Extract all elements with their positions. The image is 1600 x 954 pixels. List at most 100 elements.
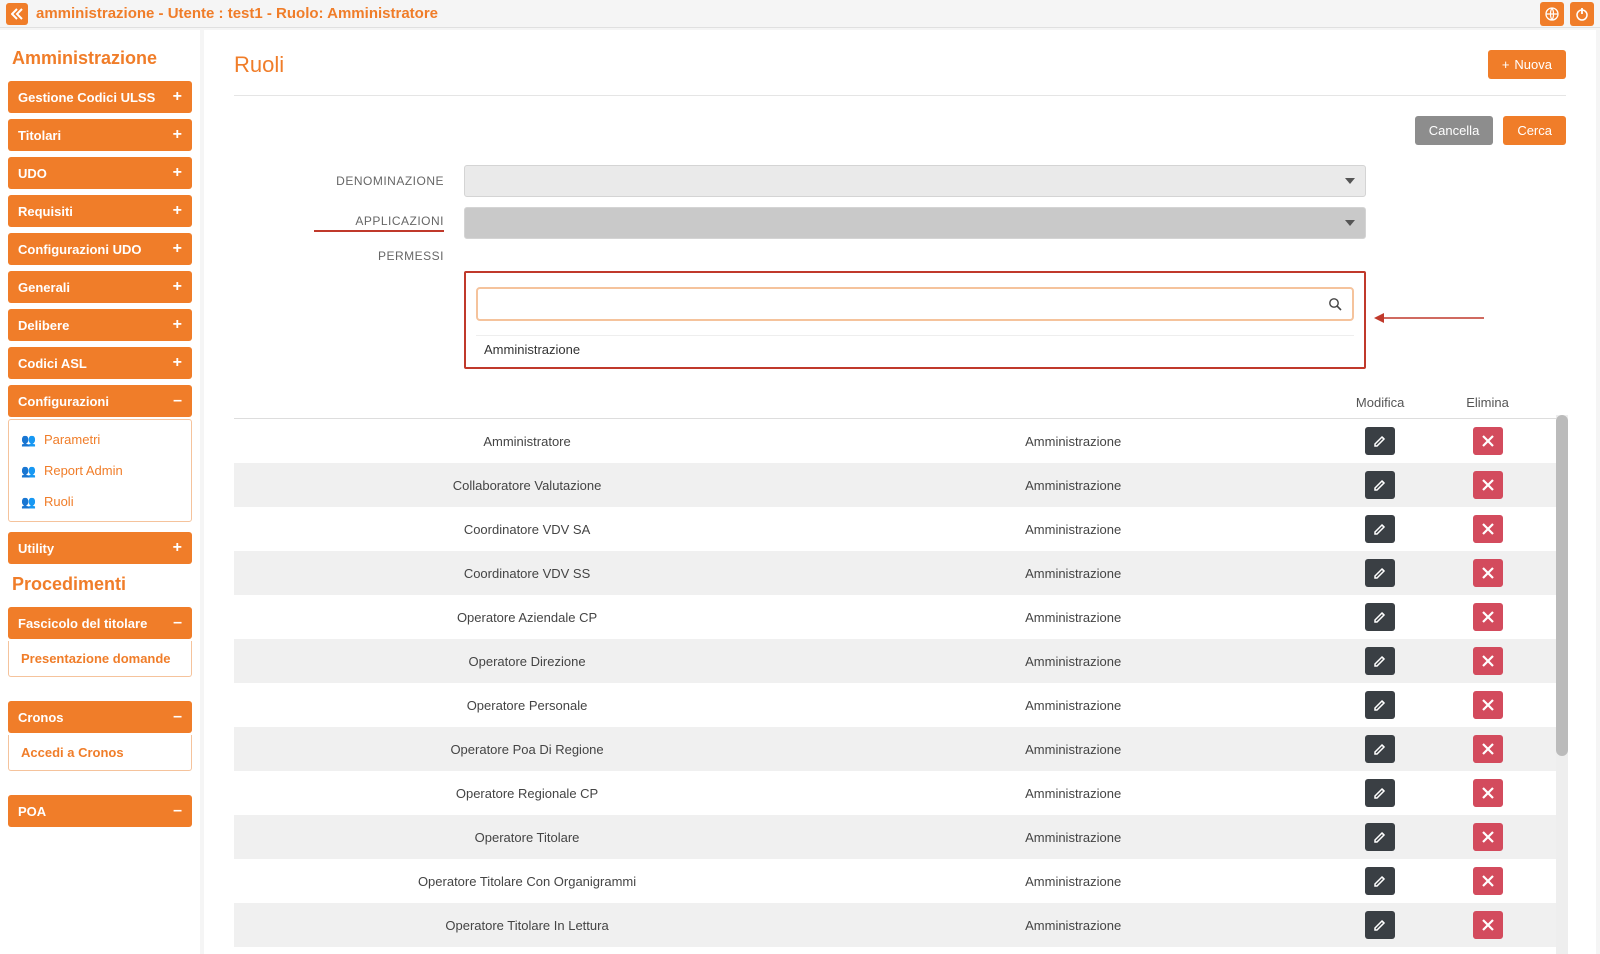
delete-button[interactable] [1473,647,1503,675]
edit-button[interactable] [1365,911,1395,939]
nav-delibere[interactable]: Delibere+ [8,309,192,341]
new-button[interactable]: + Nuova [1488,50,1566,79]
nav-configurazioni[interactable]: Configurazioni– [8,385,192,417]
nav-generali[interactable]: Generali+ [8,271,192,303]
search-button[interactable]: Cerca [1503,116,1566,145]
power-button[interactable] [1570,2,1594,26]
table-row: Collaboratore ValutazioneAmministrazione [234,463,1566,507]
cell-applicazione: Amministrazione [820,639,1326,683]
users-icon [21,494,36,509]
collapse-icon: – [173,393,182,409]
cell-applicazione: Amministrazione [820,595,1326,639]
nav-utility[interactable]: Utility+ [8,532,192,564]
chevron-down-icon [1345,178,1355,184]
language-button[interactable] [1540,2,1564,26]
expand-icon: + [173,127,182,143]
dropdown-search-input[interactable] [480,291,1320,317]
cell-applicazione: Amministrazione [820,947,1326,954]
delete-button[interactable] [1473,427,1503,455]
nav-fascicolo-titolare[interactable]: Fascicolo del titolare– [8,607,192,639]
subnav-presentazione-domande[interactable]: Presentazione domande [8,641,192,677]
subnav-accedi-cronos[interactable]: Accedi a Cronos [8,735,192,771]
expand-icon: + [173,203,182,219]
expand-icon: + [173,540,182,556]
edit-button[interactable] [1365,867,1395,895]
close-icon [1482,875,1494,887]
close-icon [1482,743,1494,755]
page-title: Ruoli [234,52,284,78]
edit-button[interactable] [1365,735,1395,763]
table-row: Operatore Titolare OTAmministrazione [234,947,1566,954]
th-elimina: Elimina [1434,387,1541,419]
delete-button[interactable] [1473,867,1503,895]
edit-icon [1373,830,1387,844]
select-applicazioni[interactable] [464,207,1366,239]
edit-button[interactable] [1365,515,1395,543]
cell-applicazione: Amministrazione [820,815,1326,859]
table-row: Operatore Titolare In LetturaAmministraz… [234,903,1566,947]
nav-cronos[interactable]: Cronos– [8,701,192,733]
delete-button[interactable] [1473,823,1503,851]
app-title: amministrazione - Utente : test1 - Ruolo… [36,5,438,22]
dropdown-option-amministrazione[interactable]: Amministrazione [476,335,1354,363]
cell-applicazione: Amministrazione [820,551,1326,595]
delete-button[interactable] [1473,779,1503,807]
delete-button[interactable] [1473,559,1503,587]
expand-icon: + [173,89,182,105]
table-scrollbar[interactable] [1556,415,1568,954]
subnav-parametri[interactable]: Parametri [9,424,191,455]
sidebar-section-procedimenti: Procedimenti [12,574,188,595]
close-icon [1482,567,1494,579]
delete-button[interactable] [1473,691,1503,719]
edit-button[interactable] [1365,647,1395,675]
edit-icon [1373,434,1387,448]
collapse-icon: – [173,803,182,819]
main-scroll[interactable]: Ruoli + Nuova Cancella Cerca DENOMINAZIO… [204,30,1596,954]
scrollbar-thumb[interactable] [1556,415,1568,756]
close-icon [1482,523,1494,535]
delete-button[interactable] [1473,603,1503,631]
edit-button[interactable] [1365,471,1395,499]
cell-applicazione: Amministrazione [820,683,1326,727]
collapse-icon: – [173,709,182,725]
delete-button[interactable] [1473,911,1503,939]
select-denominazione[interactable] [464,165,1366,197]
nav-poa[interactable]: POA– [8,795,192,827]
nav-udo[interactable]: UDO+ [8,157,192,189]
edit-button[interactable] [1365,427,1395,455]
delete-button[interactable] [1473,515,1503,543]
expand-icon: + [173,165,182,181]
roles-table: Modifica Elimina AmministratoreAmministr… [234,387,1566,954]
table-row: Coordinatore VDV SAAmministrazione [234,507,1566,551]
nav-titolari[interactable]: Titolari+ [8,119,192,151]
cancel-button[interactable]: Cancella [1415,116,1494,145]
filter-label-applicazioni: APPLICAZIONI [314,214,444,232]
cell-denominazione: Operatore Titolare [234,815,820,859]
cell-applicazione: Amministrazione [820,727,1326,771]
edit-icon [1373,478,1387,492]
delete-button[interactable] [1473,735,1503,763]
close-icon [1482,479,1494,491]
edit-icon [1373,522,1387,536]
expand-icon: + [173,241,182,257]
edit-button[interactable] [1365,691,1395,719]
table-row: Operatore DirezioneAmministrazione [234,639,1566,683]
subnav-report-admin[interactable]: Report Admin [9,455,191,486]
sidebar[interactable]: Amministrazione Gestione Codici ULSS+ Ti… [0,30,200,954]
applicazioni-dropdown-panel: Amministrazione [464,271,1366,369]
edit-icon [1373,742,1387,756]
nav-requisiti[interactable]: Requisiti+ [8,195,192,227]
table-row: Operatore Regionale CPAmministrazione [234,771,1566,815]
nav-codici-asl[interactable]: Codici ASL+ [8,347,192,379]
nav-gestione-codici-ulss[interactable]: Gestione Codici ULSS+ [8,81,192,113]
nav-configurazioni-udo[interactable]: Configurazioni UDO+ [8,233,192,265]
edit-button[interactable] [1365,559,1395,587]
subnav-ruoli[interactable]: Ruoli [9,486,191,517]
edit-button[interactable] [1365,603,1395,631]
cell-applicazione: Amministrazione [820,419,1326,464]
delete-button[interactable] [1473,471,1503,499]
table-row: Operatore Aziendale CPAmministrazione [234,595,1566,639]
edit-button[interactable] [1365,823,1395,851]
edit-button[interactable] [1365,779,1395,807]
collapse-sidebar-button[interactable] [6,3,28,25]
